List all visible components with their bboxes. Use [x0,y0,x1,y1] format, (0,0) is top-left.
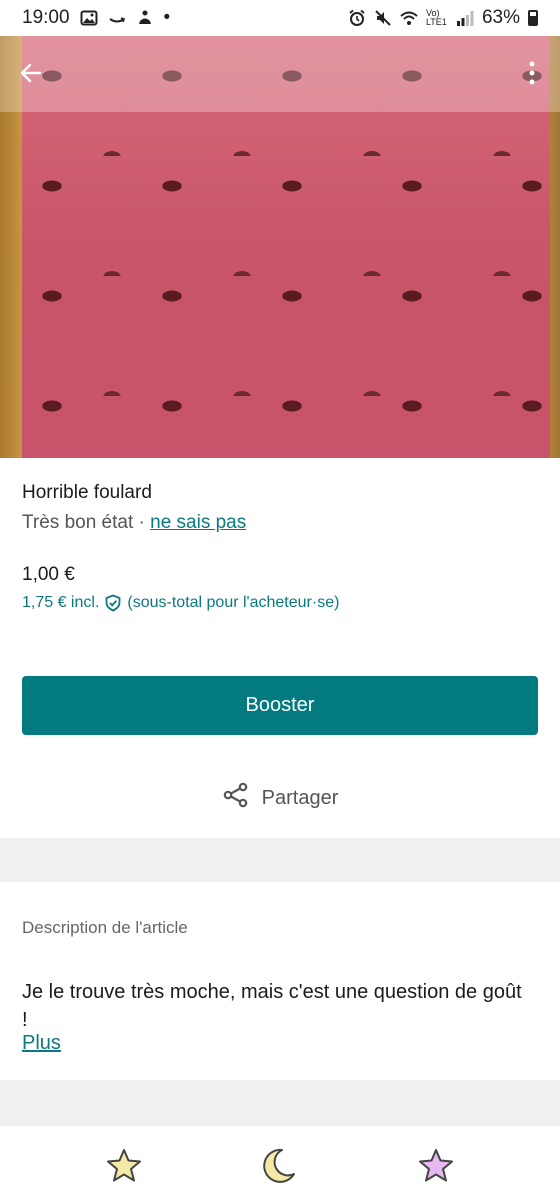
section-divider-bottom [0,1080,560,1126]
battery-percent: 63% [481,7,520,28]
mute-icon [374,9,392,27]
item-price: 1,00 € [22,564,75,585]
boost-button[interactable]: Booster [22,676,538,735]
item-photo[interactable] [0,36,560,458]
share-icon [222,781,250,815]
status-left: 19:00 • [22,7,170,29]
star-icon [104,1146,144,1186]
status-bar: 19:00 • Vo) LTE1 63% [0,0,560,36]
description-heading: Description de l'article [22,918,188,937]
signal-icon [456,9,474,27]
network-label: Vo) LTE1 [425,8,447,27]
section-divider [0,838,560,882]
share-label: Partager [261,786,339,809]
back-button[interactable] [14,58,48,92]
moon-icon [258,1146,298,1186]
bottom-decorations [0,1126,560,1200]
star-icon [416,1146,456,1186]
status-dot: • [163,7,171,28]
meditation-icon [136,9,154,27]
top-bar-overlay [0,36,560,112]
more-options-button[interactable] [520,58,544,92]
arrow-left-icon [18,60,44,91]
item-title: Horrible foulard [22,482,152,503]
description-more-link[interactable]: Plus [22,1032,61,1055]
shield-check-icon [104,594,122,612]
more-vertical-icon [528,60,536,91]
meta-separator: · [133,512,151,533]
status-time: 19:00 [22,7,70,28]
wifi-icon [400,9,418,27]
status-right: Vo) LTE1 63% [348,7,538,29]
price-incl-value: 1,75 € incl. [22,594,100,611]
item-brand-link[interactable]: ne sais pas [150,512,246,533]
amazon-icon [108,9,126,27]
alarm-icon [348,9,366,27]
item-meta: Très bon état · ne sais pas [22,512,246,534]
price-incl-note: (sous-total pour l'acheteur·se) [127,594,340,611]
gallery-icon [80,9,98,27]
buyer-protection-price[interactable]: 1,75 € incl. (sous-total pour l'acheteur… [22,594,339,612]
description-body: Je le trouve très moche, mais c'est une … [22,981,522,1031]
share-button[interactable]: Partager [0,776,560,820]
battery-icon [528,10,538,26]
item-condition: Très bon état [22,512,134,533]
